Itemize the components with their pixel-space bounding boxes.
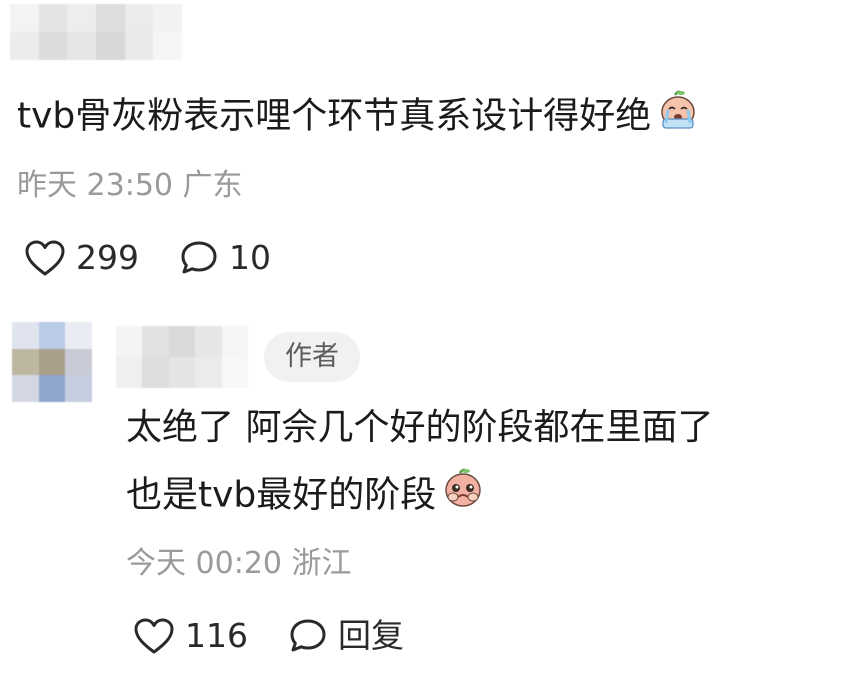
reply-like-count: 116 xyxy=(185,616,248,655)
reply-meta: 今天 00:20 浙江 xyxy=(126,546,352,581)
heart-outline-icon xyxy=(133,617,175,655)
reply-label: 回复 xyxy=(338,616,404,655)
like-count: 299 xyxy=(76,238,139,277)
reply-text-line-2-content: 也是tvb最好的阶段 xyxy=(126,474,437,516)
commenter-name-blurred[interactable] xyxy=(10,4,182,60)
heart-outline-icon xyxy=(24,239,66,277)
pleading-peach-emoji-icon xyxy=(440,464,486,523)
speech-bubble-icon xyxy=(179,239,219,277)
reply-actions: 116 回复 xyxy=(133,616,404,656)
comment-text: tvb骨灰粉表示哩个环节真系设计得好绝 xyxy=(17,88,701,147)
reply-text-line-1: 太绝了 阿佘几个好的阶段都在里面了 xyxy=(126,407,714,448)
comment-text-content: tvb骨灰粉表示哩个环节真系设计得好绝 xyxy=(17,95,652,137)
reply-count-button[interactable]: 10 xyxy=(179,238,271,278)
comment-meta: 昨天 23:50 广东 xyxy=(17,168,243,203)
author-name-blurred[interactable] xyxy=(116,326,248,388)
author-badge: 作者 xyxy=(264,332,360,382)
speech-bubble-icon xyxy=(288,617,328,655)
like-button[interactable]: 299 xyxy=(24,238,139,278)
reply-like-button[interactable]: 116 xyxy=(133,616,248,656)
crying-peach-emoji-icon xyxy=(655,85,701,144)
comment-actions: 299 10 xyxy=(24,238,271,278)
reply-text-line-2: 也是tvb最好的阶段 xyxy=(126,467,486,526)
reply-button[interactable]: 回复 xyxy=(288,616,404,656)
reply-count: 10 xyxy=(229,238,271,277)
avatar-blurred[interactable] xyxy=(12,322,92,402)
